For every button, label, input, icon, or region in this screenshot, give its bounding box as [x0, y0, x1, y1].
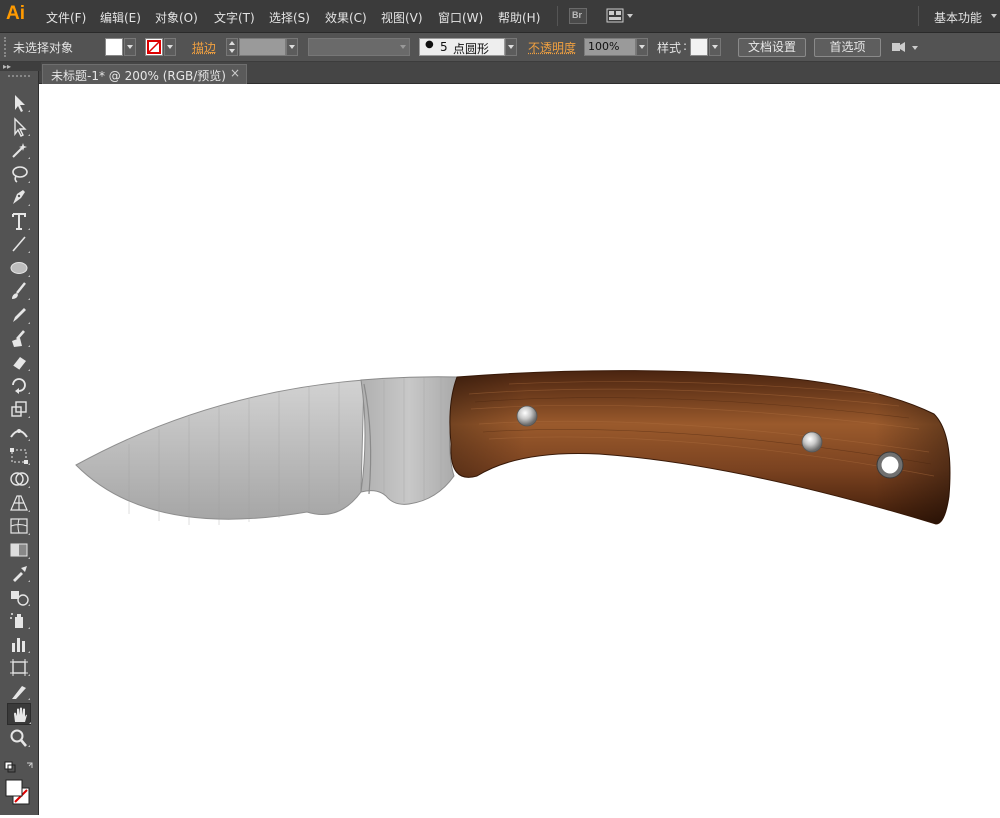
brush-definition-field[interactable]: ● 5 点圆形 — [419, 38, 505, 56]
control-bar-grip[interactable] — [4, 37, 8, 57]
brush-size: 5 — [440, 40, 448, 54]
stroke-swatch[interactable] — [145, 38, 163, 56]
menu-view[interactable]: 视图(V) — [381, 9, 423, 26]
symbol-sprayer-tool-icon[interactable] — [7, 609, 31, 631]
knife-artwork[interactable] — [39, 84, 1000, 815]
stroke-weight-input[interactable] — [239, 38, 286, 56]
chevron-down-icon — [400, 45, 406, 49]
document-tab[interactable]: 未标题-1* @ 200% (RGB/预览) × — [42, 64, 247, 84]
bridge-icon[interactable]: Br — [569, 8, 587, 24]
slice-tool-icon[interactable] — [7, 680, 31, 702]
workspace-chevron-down-icon[interactable] — [991, 14, 997, 18]
zoom-tool-icon[interactable] — [7, 727, 31, 749]
ellipse-tool-icon[interactable] — [7, 257, 31, 279]
style-label: 样式 — [657, 41, 682, 55]
tools-panel-collapse[interactable]: ▸▸ — [0, 62, 41, 71]
graphic-style-dropdown[interactable] — [709, 38, 721, 56]
stroke-dropdown[interactable] — [164, 38, 176, 56]
variable-width-profile[interactable] — [308, 38, 410, 56]
lasso-tool-icon[interactable] — [7, 163, 31, 185]
arrange-documents-icon[interactable] — [606, 8, 636, 24]
pencil-tool-icon[interactable] — [7, 304, 31, 326]
opacity-label[interactable]: 不透明度 — [528, 39, 576, 56]
stroke-label[interactable]: 描边 — [192, 39, 216, 56]
artboard-tool-icon[interactable] — [7, 656, 31, 678]
pen-tool-icon[interactable] — [7, 186, 31, 208]
opacity-input[interactable]: 100% — [584, 38, 636, 56]
preferences-button[interactable]: 首选项 — [814, 38, 881, 57]
app-logo: Ai — [6, 3, 25, 24]
document-setup-button[interactable]: 文档设置 — [738, 38, 806, 57]
menu-help[interactable]: 帮助(H) — [498, 9, 540, 26]
menu-object[interactable]: 对象(O) — [155, 9, 198, 26]
menu-divider — [918, 6, 919, 26]
eyedropper-tool-icon[interactable] — [7, 562, 31, 584]
column-graph-tool-icon[interactable] — [7, 633, 31, 655]
paintbrush-tool-icon[interactable] — [7, 280, 31, 302]
scale-tool-icon[interactable] — [7, 398, 31, 420]
shape-builder-tool-icon[interactable] — [7, 468, 31, 490]
fill-swatch[interactable] — [105, 38, 123, 56]
workspace-switcher[interactable]: 基本功能 — [934, 9, 982, 26]
type-tool-icon[interactable] — [7, 210, 31, 232]
blend-tool-icon[interactable] — [7, 586, 31, 608]
document-tab-bar: 未标题-1* @ 200% (RGB/预览) × — [0, 62, 1000, 84]
control-panel-menu-icon[interactable] — [891, 40, 921, 56]
menu-select[interactable]: 选择(S) — [269, 9, 310, 26]
menu-window[interactable]: 窗口(W) — [438, 9, 483, 26]
knife-blade — [75, 379, 365, 520]
eraser-tool-icon[interactable] — [7, 351, 31, 373]
line-segment-tool-icon[interactable] — [7, 233, 31, 255]
magic-wand-tool-icon[interactable] — [7, 139, 31, 161]
fill-dropdown[interactable] — [124, 38, 136, 56]
direct-selection-tool-icon[interactable] — [7, 116, 31, 138]
opacity-dropdown[interactable] — [636, 38, 648, 56]
menu-type[interactable]: 文字(T) — [214, 9, 255, 26]
document-tab-title: 未标题-1* @ 200% (RGB/预览) — [51, 69, 226, 83]
close-icon[interactable]: × — [230, 66, 240, 80]
mesh-tool-icon[interactable] — [7, 515, 31, 537]
knife-bolster — [360, 376, 458, 505]
width-tool-icon[interactable] — [7, 421, 31, 443]
brush-dropdown[interactable] — [505, 38, 517, 56]
handle-rivet — [516, 405, 538, 427]
tools-panel: ▸▸ — [0, 62, 41, 815]
selection-tool-icon[interactable] — [7, 92, 31, 114]
rotate-tool-icon[interactable] — [7, 374, 31, 396]
gradient-tool-icon[interactable] — [7, 539, 31, 561]
artboard-canvas[interactable] — [39, 84, 1000, 815]
stroke-weight-dropdown[interactable] — [286, 38, 298, 56]
menu-bar: Ai 文件(F) 编辑(E) 对象(O) 文字(T) 选择(S) 效果(C) 视… — [0, 0, 1000, 33]
perspective-grid-tool-icon[interactable] — [7, 492, 31, 514]
handle-rivet — [801, 431, 823, 453]
selection-status: 未选择对象 — [13, 41, 74, 55]
brush-name: 点圆形 — [453, 42, 490, 56]
control-bar: 未选择对象 描边 ● 5 点圆形 不透明度 100% 样式 : 文档设置 首选项 — [0, 33, 1000, 62]
tools-panel-grip[interactable] — [8, 75, 30, 79]
fill-stroke-swatches[interactable] — [3, 760, 37, 810]
blob-brush-tool-icon[interactable] — [7, 327, 31, 349]
menu-file[interactable]: 文件(F) — [46, 9, 86, 26]
menu-effect[interactable]: 效果(C) — [325, 9, 367, 26]
menu-edit[interactable]: 编辑(E) — [100, 9, 141, 26]
graphic-style-swatch[interactable] — [690, 38, 708, 56]
free-transform-tool-icon[interactable] — [7, 445, 31, 467]
stroke-weight-stepper[interactable] — [226, 38, 238, 56]
menu-divider — [557, 6, 558, 26]
hand-tool-icon[interactable] — [7, 703, 31, 725]
round-brush-dot-icon: ● — [425, 39, 434, 50]
